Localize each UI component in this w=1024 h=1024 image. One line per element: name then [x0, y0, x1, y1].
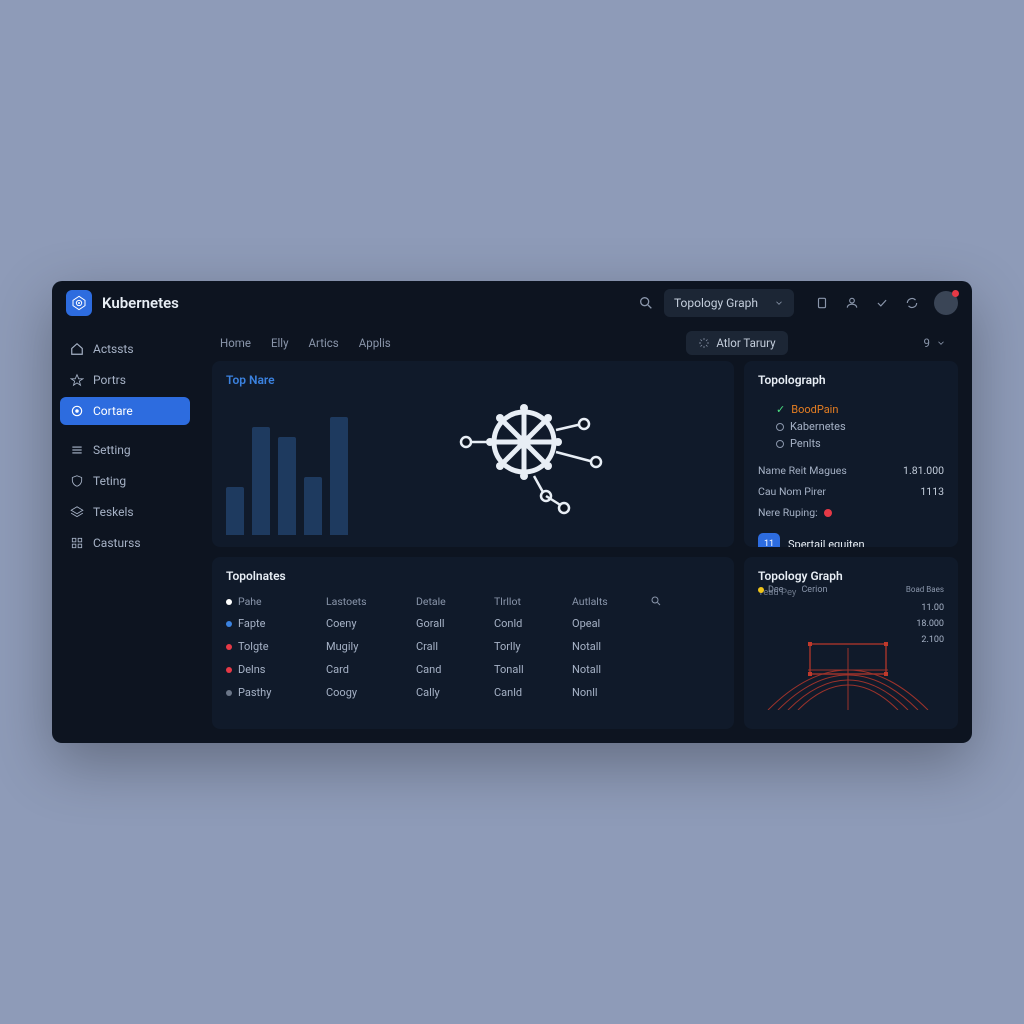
search-icon[interactable] [638, 295, 654, 311]
topograph-title: Topolograph [758, 373, 944, 387]
table-card: Topolnates Pahe Lastoets Detale Tlrllot … [212, 557, 734, 729]
hero-card: Top Nare [212, 361, 734, 547]
legend-item[interactable]: ✓BoodPain [776, 403, 944, 416]
radio-icon [776, 440, 784, 448]
graph-title: Topology Graph [758, 569, 944, 583]
main: Home Elly Artics Applis Atlor Tarury 9 T… [198, 325, 972, 743]
dropdown-label: Topology Graph [674, 296, 758, 310]
tab-elly[interactable]: Elly [263, 332, 297, 354]
topograph-legend: ✓BoodPain Kabernetes Penlts [776, 403, 944, 450]
sidebar-item-setting[interactable]: Setting [60, 436, 190, 464]
dot-icon [226, 644, 232, 650]
sidebar-item-casturss[interactable]: Casturss [60, 529, 190, 557]
topology-visual [368, 373, 720, 535]
app-logo [66, 290, 92, 316]
kubernetes-icon [71, 295, 87, 311]
legend-item[interactable]: Kabernetes [776, 420, 944, 433]
tab-applis[interactable]: Applis [351, 332, 399, 354]
stat-row: Cau Nom Pirer1113 [758, 485, 944, 498]
user-icon[interactable] [844, 295, 860, 311]
tabs-row: Home Elly Artics Applis Atlor Tarury 9 [198, 325, 972, 361]
grid-icon [70, 536, 84, 550]
options-pill[interactable]: 9 [912, 331, 958, 355]
legend-item[interactable]: Penlts [776, 437, 944, 450]
graph-legend: Dee Cerion Boad Baes [758, 585, 944, 595]
table-row[interactable]: PasthyCoogyCallyCanldNonll [226, 681, 720, 704]
list-icon [70, 443, 84, 457]
radar-chart [758, 620, 938, 710]
bar [278, 437, 296, 535]
status-row: Nere Ruping: [758, 506, 944, 519]
table-row[interactable]: FapteCoenyGorallConldOpeal [226, 612, 720, 635]
sparkle-icon [698, 337, 710, 349]
tab-artics[interactable]: Artics [301, 332, 347, 354]
status-dot-icon [824, 509, 832, 517]
radio-icon [776, 423, 784, 431]
table-title: Topolnates [226, 569, 720, 583]
table-header: Pahe Lastoets Detale Tlrllot Autlalts [226, 591, 720, 612]
tab-home[interactable]: Home [212, 332, 259, 354]
graph-card: Topology Graph Teau Pey Dee Cerion Boad … [744, 557, 958, 729]
filter-pill[interactable]: Atlor Tarury [686, 331, 787, 355]
bar [226, 487, 244, 535]
data-table: Pahe Lastoets Detale Tlrllot Autlalts Fa… [226, 591, 720, 704]
topology-dropdown[interactable]: Topology Graph [664, 289, 794, 317]
clipboard-icon[interactable] [814, 295, 830, 311]
star-icon [70, 373, 84, 387]
dot-icon [226, 621, 232, 627]
refresh-icon[interactable] [904, 295, 920, 311]
chevron-down-icon [774, 298, 784, 308]
table-row[interactable]: TolgteMugilyCrallTorllyNotall [226, 635, 720, 658]
shield-icon [70, 474, 84, 488]
sidebar: Actssts Portrs Cortare Setting Teting Te… [52, 325, 198, 743]
bar-chart [226, 415, 348, 535]
table-row[interactable]: DelnsCardCandTonallNotall [226, 658, 720, 681]
sidebar-item-actssts[interactable]: Actssts [60, 335, 190, 363]
bar [330, 417, 348, 535]
dot-icon [758, 587, 764, 593]
sidebar-item-teting[interactable]: Teting [60, 467, 190, 495]
badge: 11 [758, 533, 780, 547]
sidebar-item-teskels[interactable]: Teskels [60, 498, 190, 526]
app-title: Kubernetes [102, 294, 179, 312]
chevron-down-icon [936, 338, 946, 348]
dot-icon [226, 690, 232, 696]
bar [252, 427, 270, 535]
header: Kubernetes Topology Graph [52, 281, 972, 325]
home-icon [70, 342, 84, 356]
check-icon[interactable] [874, 295, 890, 311]
target-icon [70, 404, 84, 418]
wheel-icon [444, 384, 644, 524]
layers-icon [70, 505, 84, 519]
sidebar-item-cortare[interactable]: Cortare [60, 397, 190, 425]
search-icon[interactable] [650, 595, 662, 607]
bar [304, 477, 322, 535]
header-actions [814, 291, 958, 315]
dot-icon [226, 667, 232, 673]
stat-row: Name Reit Magues1.81.000 [758, 464, 944, 477]
avatar[interactable] [934, 291, 958, 315]
spertail-button[interactable]: 11 Spertail equiten [758, 533, 944, 547]
graph-values: 11.00 18.000 2.100 [916, 603, 944, 645]
hero-title: Top Nare [226, 373, 348, 387]
check-icon: ✓ [776, 403, 785, 416]
topograph-card: Topolograph ✓BoodPain Kabernetes Penlts … [744, 361, 958, 547]
sidebar-item-portrs[interactable]: Portrs [60, 366, 190, 394]
dot-icon [226, 599, 232, 605]
app-window: Kubernetes Topology Graph Actssts Portrs… [52, 281, 972, 743]
